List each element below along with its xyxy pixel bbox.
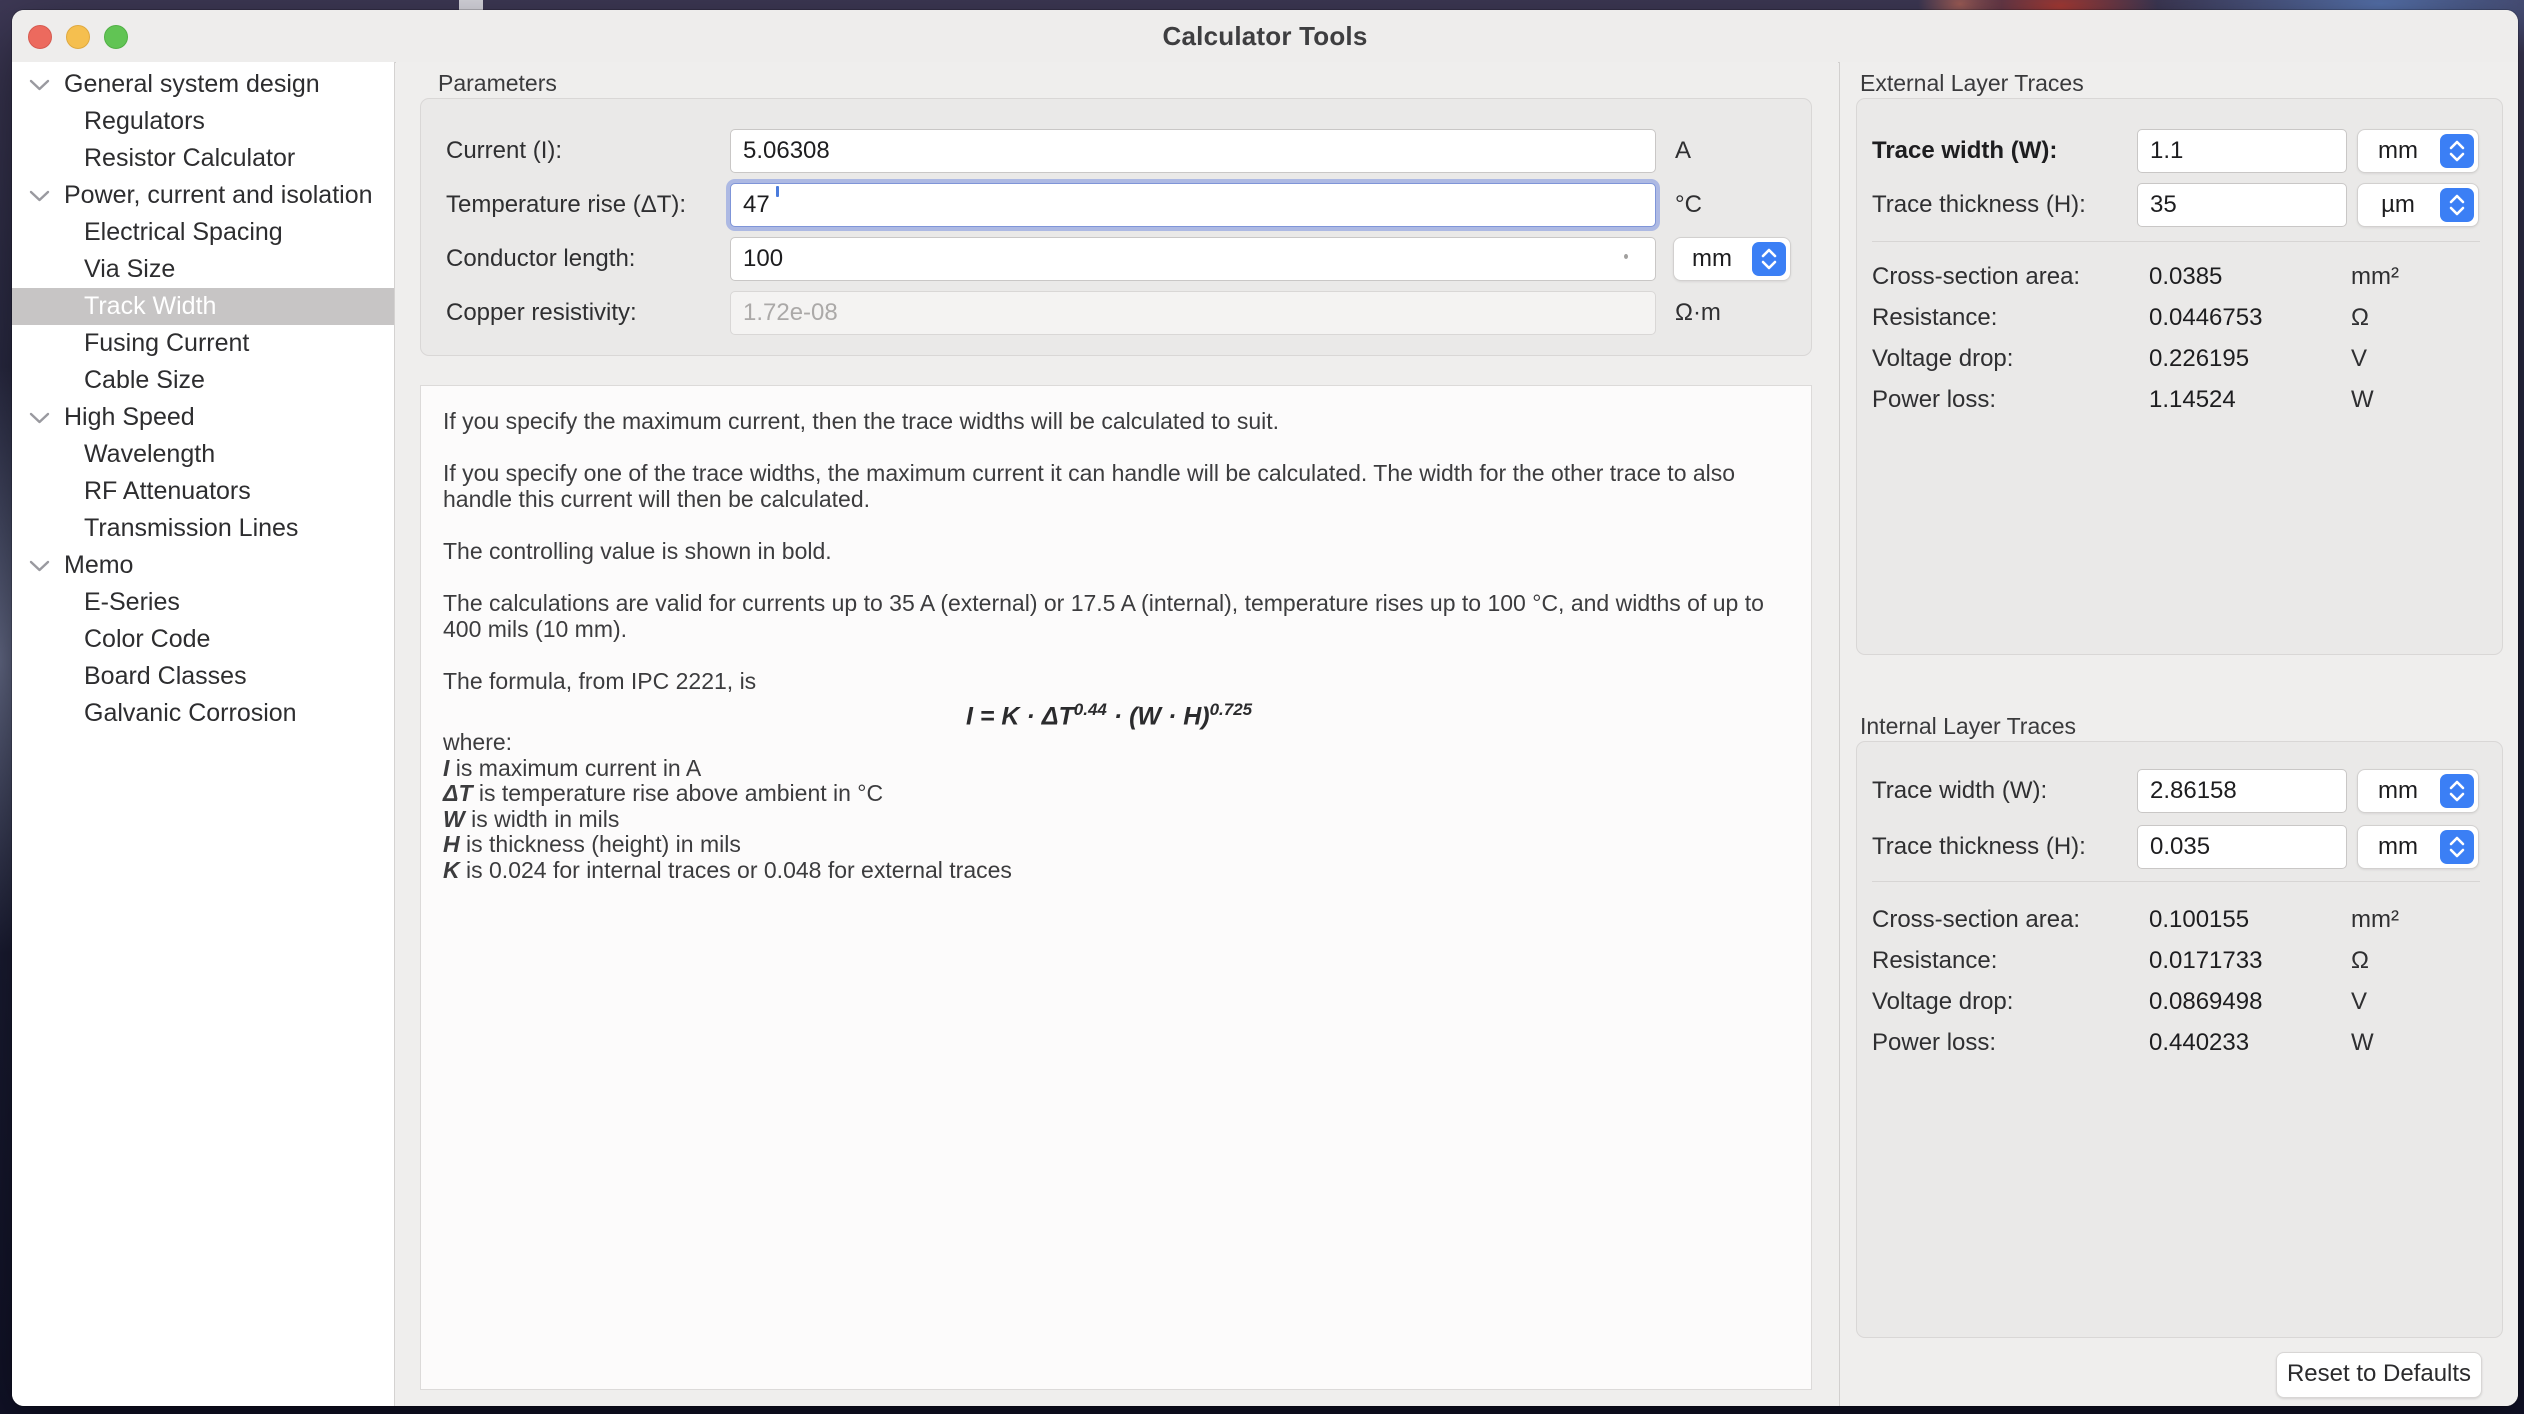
sidebar-item-color-code[interactable]: Color Code bbox=[12, 621, 394, 658]
parameters-groupbox: Current (I): A Temperature rise (ΔT): °C… bbox=[420, 98, 1812, 356]
internal-layer-traces-label: Internal Layer Traces bbox=[1860, 713, 2076, 740]
internal-trace-thickness-unit-select[interactable]: mm bbox=[2357, 825, 2479, 869]
result-row: Power loss: 1.14524 W bbox=[1857, 379, 2502, 420]
chevron-down-icon bbox=[29, 190, 50, 202]
sidebar-item-memo[interactable]: Memo bbox=[12, 547, 394, 584]
current-input[interactable] bbox=[730, 129, 1656, 173]
sidebar-item-general-system-design[interactable]: General system design bbox=[12, 66, 394, 103]
external-trace-width-label: Trace width (W): bbox=[1872, 129, 2057, 173]
text-caret bbox=[776, 186, 779, 197]
copper-resistivity-input bbox=[730, 291, 1656, 335]
conductor-length-unit-select[interactable]: mm bbox=[1673, 237, 1791, 281]
internal-trace-width-label: Trace width (W): bbox=[1872, 769, 2047, 813]
external-layer-traces-label: External Layer Traces bbox=[1860, 70, 2084, 97]
reset-to-defaults-button[interactable]: Reset to Defaults bbox=[2276, 1352, 2482, 1398]
legend-line: I is maximum current in A bbox=[443, 756, 1789, 782]
parameters-section-label: Parameters bbox=[438, 70, 557, 97]
legend-line: W is width in mils bbox=[443, 807, 1789, 833]
legend-line: K is 0.024 for internal traces or 0.048 … bbox=[443, 858, 1789, 884]
help-paragraph: The calculations are valid for currents … bbox=[443, 590, 1789, 642]
result-row: Resistance: 0.0446753 Ω bbox=[1857, 297, 2502, 338]
sidebar-item-transmission-lines[interactable]: Transmission Lines bbox=[12, 510, 394, 547]
help-text-panel: If you specify the maximum current, then… bbox=[420, 385, 1812, 1390]
sidebar-item-cable-size[interactable]: Cable Size bbox=[12, 362, 394, 399]
internal-layer-traces-groupbox: Trace width (W): mm Trace thickness (H):… bbox=[1856, 741, 2503, 1338]
formula-legend: where: I is maximum current in A ΔT is t… bbox=[443, 730, 1789, 883]
external-trace-width-input[interactable] bbox=[2137, 129, 2347, 173]
titlebar: Calculator Tools bbox=[12, 10, 2518, 63]
temperature-rise-label: Temperature rise (ΔT): bbox=[446, 183, 686, 227]
sidebar-item-label: General system design bbox=[64, 70, 320, 99]
temperature-rise-input[interactable] bbox=[730, 183, 1656, 227]
sidebar-item-board-classes[interactable]: Board Classes bbox=[12, 658, 394, 695]
sidebar-item-galvanic-corrosion[interactable]: Galvanic Corrosion bbox=[12, 695, 394, 732]
sidebar-item-rf-attenuators[interactable]: RF Attenuators bbox=[12, 473, 394, 510]
sidebar-item-e-series[interactable]: E-Series bbox=[12, 584, 394, 621]
result-row: Voltage drop: 0.226195 V bbox=[1857, 338, 2502, 379]
internal-trace-thickness-input[interactable] bbox=[2137, 825, 2347, 869]
stepper-icon[interactable] bbox=[2440, 774, 2474, 808]
calculator-tree-sidebar: General system design Regulators Resisto… bbox=[12, 62, 395, 1406]
current-label: Current (I): bbox=[446, 129, 562, 173]
conductor-length-input[interactable] bbox=[730, 237, 1656, 281]
chevron-down-icon bbox=[29, 560, 50, 572]
internal-trace-thickness-label: Trace thickness (H): bbox=[1872, 825, 2086, 869]
sidebar-item-resistor-calculator[interactable]: Resistor Calculator bbox=[12, 140, 394, 177]
help-paragraph: If you specify one of the trace widths, … bbox=[443, 460, 1789, 512]
stepper-icon[interactable] bbox=[2440, 134, 2474, 168]
sidebar-item-track-width[interactable]: Track Width bbox=[12, 288, 394, 325]
external-layer-traces-groupbox: Trace width (W): mm Trace thickness (H):… bbox=[1856, 98, 2503, 655]
external-trace-thickness-unit-select[interactable]: µm bbox=[2357, 183, 2479, 227]
copper-resistivity-unit: Ω·m bbox=[1675, 291, 1721, 335]
conductor-length-label: Conductor length: bbox=[446, 237, 635, 281]
result-row: Cross-section area: 0.100155 mm² bbox=[1857, 899, 2502, 940]
internal-trace-width-input[interactable] bbox=[2137, 769, 2347, 813]
chevron-down-icon bbox=[29, 412, 50, 424]
divider bbox=[1872, 881, 2480, 882]
sidebar-item-fusing-current[interactable]: Fusing Current bbox=[12, 325, 394, 362]
sidebar-item-electrical-spacing[interactable]: Electrical Spacing bbox=[12, 214, 394, 251]
external-trace-width-unit-select[interactable]: mm bbox=[2357, 129, 2479, 173]
temperature-rise-unit: °C bbox=[1675, 183, 1702, 227]
sidebar-item-wavelength[interactable]: Wavelength bbox=[12, 436, 394, 473]
main-content: Parameters Current (I): A Temperature ri… bbox=[396, 62, 1838, 1406]
results-panel: External Layer Traces Trace width (W): m… bbox=[1839, 62, 2518, 1406]
external-trace-thickness-input[interactable] bbox=[2137, 183, 2347, 227]
internal-trace-width-unit-select[interactable]: mm bbox=[2357, 769, 2479, 813]
external-trace-thickness-label: Trace thickness (H): bbox=[1872, 183, 2086, 227]
stepper-icon[interactable] bbox=[2440, 188, 2474, 222]
mouse-cursor-dot bbox=[1624, 254, 1628, 259]
stepper-icon[interactable] bbox=[2440, 830, 2474, 864]
where-label: where: bbox=[443, 730, 1789, 756]
help-paragraph: If you specify the maximum current, then… bbox=[443, 408, 1789, 434]
divider bbox=[1872, 241, 2480, 242]
legend-line: ΔT is temperature rise above ambient in … bbox=[443, 781, 1789, 807]
result-row: Resistance: 0.0171733 Ω bbox=[1857, 940, 2502, 981]
sidebar-item-high-speed[interactable]: High Speed bbox=[12, 399, 394, 436]
result-row: Voltage drop: 0.0869498 V bbox=[1857, 981, 2502, 1022]
sidebar-item-regulators[interactable]: Regulators bbox=[12, 103, 394, 140]
window-title: Calculator Tools bbox=[12, 10, 2518, 62]
result-row: Power loss: 0.440233 W bbox=[1857, 1022, 2502, 1063]
legend-line: H is thickness (height) in mils bbox=[443, 832, 1789, 858]
help-paragraph: The formula, from IPC 2221, is bbox=[443, 668, 1789, 694]
help-paragraph: The controlling value is shown in bold. bbox=[443, 538, 1789, 564]
sidebar-item-power-current-isolation[interactable]: Power, current and isolation bbox=[12, 177, 394, 214]
stepper-icon[interactable] bbox=[1752, 242, 1786, 276]
copper-resistivity-label: Copper resistivity: bbox=[446, 291, 637, 335]
current-unit: A bbox=[1675, 129, 1691, 173]
calculator-tools-window: Calculator Tools General system design R… bbox=[12, 10, 2518, 1406]
ipc2221-formula: I = K · ΔT0.44 · (W · H)0.725 bbox=[966, 696, 1789, 730]
sidebar-item-via-size[interactable]: Via Size bbox=[12, 251, 394, 288]
chevron-down-icon bbox=[29, 79, 50, 91]
result-row: Cross-section area: 0.0385 mm² bbox=[1857, 256, 2502, 297]
